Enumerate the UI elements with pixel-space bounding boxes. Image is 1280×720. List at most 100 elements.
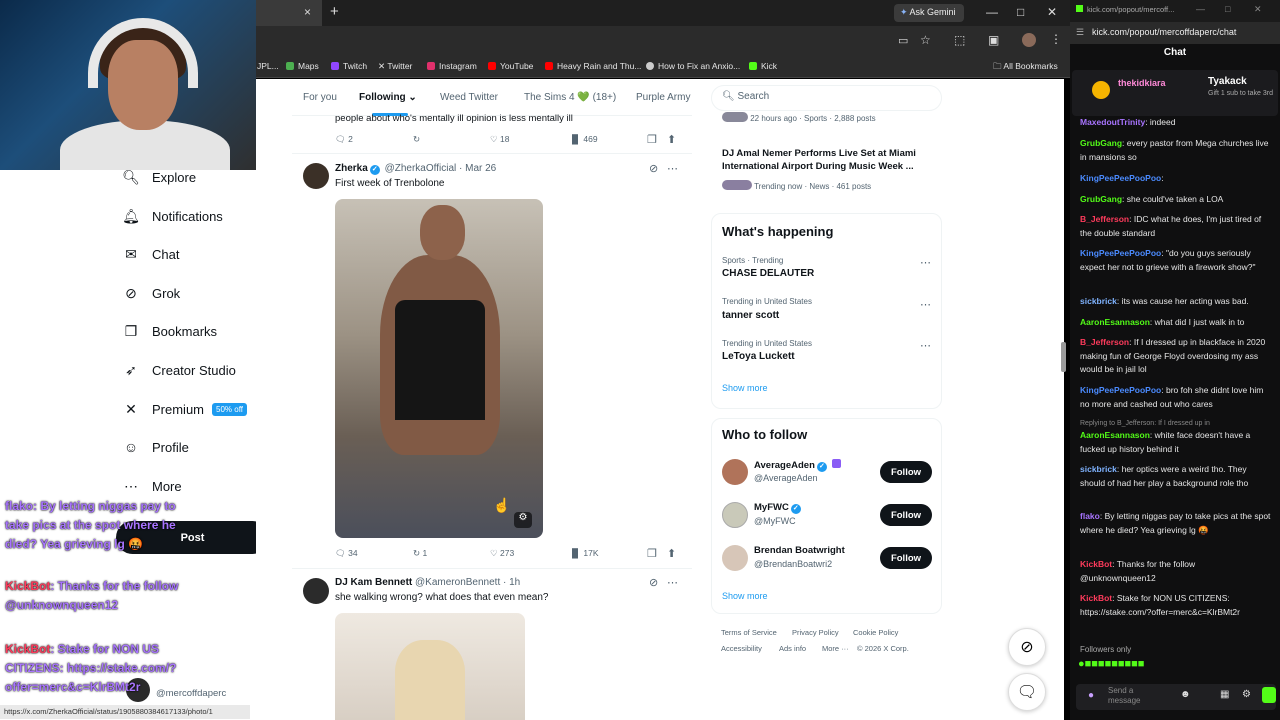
chat-username[interactable]: KickBot xyxy=(1080,559,1112,569)
reply-button[interactable]: 🗨︎ 2 xyxy=(335,134,353,145)
bookmark-twitter[interactable]: ✕ Twitter xyxy=(378,61,412,72)
bookmark-maps[interactable]: Maps xyxy=(286,61,319,71)
footer-cookie[interactable]: Cookie Policy xyxy=(853,628,898,637)
tweet-date[interactable]: 1h xyxy=(509,577,520,588)
grok-fab-button[interactable]: ⊘ xyxy=(1008,628,1046,666)
chat-username[interactable]: KingPeePeePooPoo xyxy=(1080,173,1161,183)
tab-following[interactable]: Following ⌄ xyxy=(359,92,417,103)
chat-username[interactable]: GrubGang xyxy=(1080,138,1122,148)
nav-premium[interactable]: ✕ Premium 50% off xyxy=(122,397,247,421)
bookmark-twitch[interactable]: Twitch xyxy=(331,61,367,71)
tab-purple-army[interactable]: Purple Army xyxy=(636,92,690,103)
site-settings-icon[interactable]: ☰ xyxy=(1076,27,1084,38)
sidepanel-icon[interactable]: ▣ xyxy=(988,33,999,47)
author-handle[interactable]: @KameronBennett xyxy=(415,577,500,588)
bookmark-button[interactable]: ❐ xyxy=(647,133,657,146)
trend-more-button[interactable]: ⋯ xyxy=(920,256,931,269)
emote-strip[interactable]: ●■■■■■■■■■ xyxy=(1078,658,1144,676)
bookmark-jpl[interactable]: JPL... xyxy=(257,61,279,71)
chat-username[interactable]: B_Jefferson xyxy=(1080,337,1129,347)
tab-close-button[interactable]: × xyxy=(304,5,311,19)
bookmark-heavy-rain[interactable]: Heavy Rain and Thu... xyxy=(545,61,641,71)
kick-minimize-button[interactable]: — xyxy=(1196,4,1205,14)
minimize-button[interactable]: — xyxy=(986,5,998,19)
repost-button[interactable]: ↻ xyxy=(413,134,420,145)
chat-input[interactable]: ● Send a message ☻ ▦ ⚙ xyxy=(1076,684,1276,710)
chat-username[interactable]: MaxedoutTrinity xyxy=(1080,117,1145,127)
nav-more[interactable]: ⋯ More xyxy=(122,474,182,498)
avatar[interactable] xyxy=(722,545,748,571)
nav-explore[interactable]: 🔍︎ Explore xyxy=(122,165,196,189)
cast-icon[interactable]: ▭ xyxy=(898,34,908,47)
like-button[interactable]: ♡ 18 xyxy=(490,134,509,145)
follow-name[interactable]: AverageAden ✓ xyxy=(754,459,841,472)
follow-button[interactable]: Follow xyxy=(880,461,932,483)
trend-title[interactable]: tanner scott xyxy=(722,310,779,321)
footer-terms[interactable]: Terms of Service xyxy=(721,628,777,637)
tweet-more-button[interactable]: ⋯ xyxy=(667,162,678,175)
close-window-button[interactable]: ✕ xyxy=(1047,5,1057,19)
bookmark-anxiety[interactable]: How to Fix an Anxio... xyxy=(646,61,740,71)
nav-chat[interactable]: ✉ Chat xyxy=(122,242,179,266)
trend-more-button[interactable]: ⋯ xyxy=(920,339,931,352)
tab-weed-twitter[interactable]: Weed Twitter xyxy=(440,92,498,103)
profile-avatar-icon[interactable] xyxy=(1022,33,1036,47)
tweet-date[interactable]: Mar 26 xyxy=(465,163,496,174)
star-icon[interactable]: ☆ xyxy=(920,33,931,47)
all-bookmarks[interactable]: 🗀︎ All Bookmarks xyxy=(993,61,1058,75)
follow-name[interactable]: Brendan Boatwright xyxy=(754,545,845,556)
follow-name[interactable]: MyFWC ✓ xyxy=(754,502,803,514)
media-tag-icon[interactable]: ⚙ xyxy=(514,512,532,528)
follow-button[interactable]: Follow xyxy=(880,547,932,569)
bookmark-instagram[interactable]: Instagram xyxy=(427,61,477,71)
show-more-link[interactable]: Show more xyxy=(722,591,768,601)
repost-button[interactable]: ↻ 1 xyxy=(413,548,427,559)
chat-username[interactable]: sickbrick xyxy=(1080,464,1117,474)
gear-icon[interactable]: ⚙ xyxy=(1242,689,1251,700)
footer-privacy[interactable]: Privacy Policy xyxy=(792,628,839,637)
tweet-more-button[interactable]: ⋯ xyxy=(667,576,678,589)
reply-button[interactable]: 🗨︎ 34 xyxy=(335,548,358,559)
avatar[interactable] xyxy=(303,578,329,604)
trend-title[interactable]: LeToya Luckett xyxy=(722,351,795,362)
nav-grok[interactable]: ⊘ Grok xyxy=(122,281,180,305)
avatar[interactable] xyxy=(722,502,748,528)
share-icon[interactable]: ⬆ xyxy=(667,133,676,146)
menu-icon[interactable]: ⋮ xyxy=(1050,32,1062,46)
kick-close-button[interactable]: ✕ xyxy=(1254,4,1262,15)
chat-username[interactable]: AaronEsannason xyxy=(1080,317,1150,327)
trend-title[interactable]: CHASE DELAUTER xyxy=(722,268,814,279)
nav-bookmarks[interactable]: ❐ Bookmarks xyxy=(122,319,217,343)
maximize-button[interactable]: □ xyxy=(1017,5,1024,19)
author-name[interactable]: Zherka xyxy=(335,163,368,174)
chat-username[interactable]: flako xyxy=(1080,511,1100,521)
extensions-icon[interactable]: ⬚ xyxy=(954,33,965,47)
views-button[interactable]: ▐▌ 469 xyxy=(569,134,598,144)
browser-tab[interactable] xyxy=(256,0,322,26)
ask-gemini-button[interactable]: ✦ Ask Gemini xyxy=(894,4,964,22)
show-more-link[interactable]: Show more xyxy=(722,383,768,393)
nav-profile[interactable]: ☺ Profile xyxy=(122,435,189,459)
nav-notifications[interactable]: 🔔︎ Notifications xyxy=(122,204,223,228)
chat-username[interactable]: KingPeePeePooPoo xyxy=(1080,385,1161,395)
author-handle[interactable]: @ZherkaOfficial xyxy=(385,163,457,174)
chat-username[interactable]: Replying to B_Jefferson: If I dressed up… xyxy=(1080,420,1210,427)
avatar[interactable] xyxy=(722,459,748,485)
share-icon[interactable]: ⬆ xyxy=(667,547,676,560)
grok-icon[interactable]: ⊘ xyxy=(649,576,658,589)
pinned-gifter-banner[interactable]: thekidkiara Tyakack Gift 1 sub to take 3… xyxy=(1072,70,1278,116)
tab-for-you[interactable]: For you xyxy=(303,92,337,103)
kick-maximize-button[interactable]: □ xyxy=(1225,4,1230,14)
chat-username[interactable]: KingPeePeePooPoo xyxy=(1080,248,1161,258)
tab-sims[interactable]: The Sims 4 💚 (18+) xyxy=(524,92,616,103)
users-icon[interactable]: ☻ xyxy=(1180,689,1191,700)
chat-username[interactable]: B_Jefferson xyxy=(1080,214,1129,224)
footer-ads-info[interactable]: Ads info xyxy=(779,644,806,653)
bookmark-button[interactable]: ❐ xyxy=(647,547,657,560)
new-tab-button[interactable]: + xyxy=(330,3,339,20)
bookmark-youtube[interactable]: YouTube xyxy=(488,61,533,71)
chat-username[interactable]: sickbrick xyxy=(1080,296,1117,306)
trend-more-button[interactable]: ⋯ xyxy=(920,298,931,311)
avatar[interactable] xyxy=(303,163,329,189)
kick-address-bar[interactable]: kick.com/popout/mercoffdaperc/chat xyxy=(1070,22,1280,44)
